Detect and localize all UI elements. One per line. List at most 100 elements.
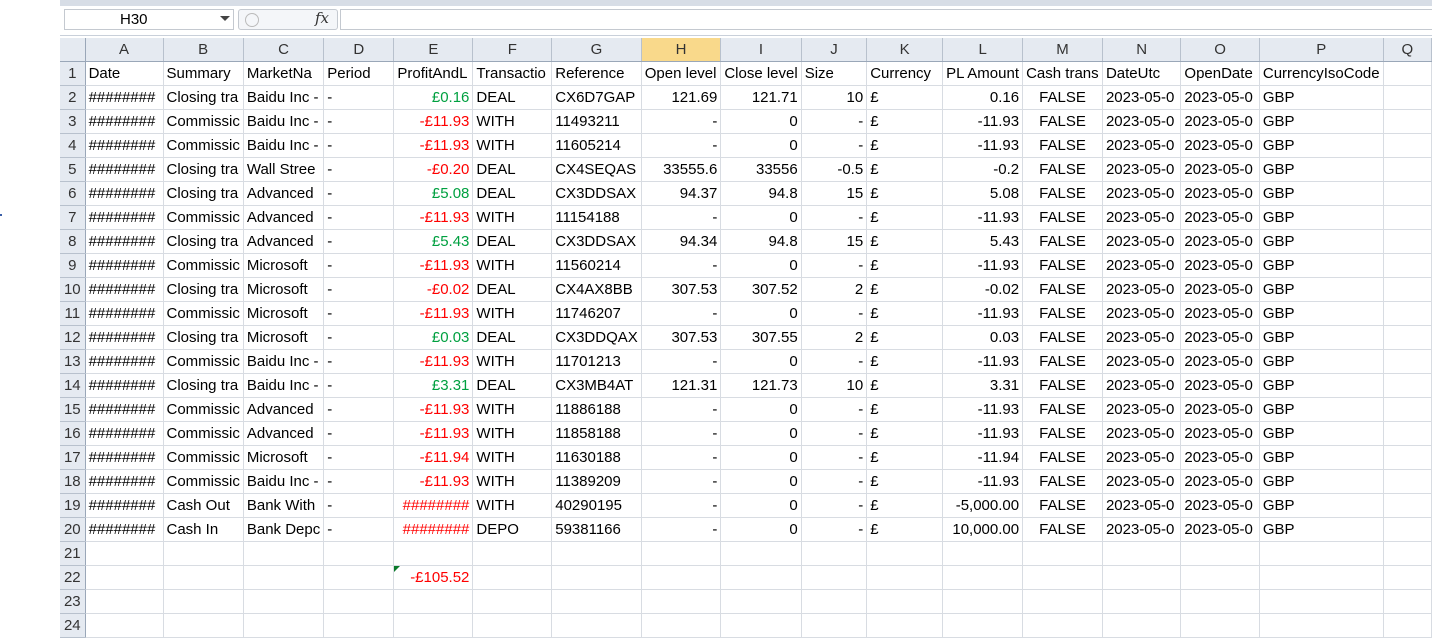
cell-f3[interactable]: WITH (472, 109, 553, 134)
row-header[interactable]: 23 (60, 589, 86, 614)
drag-handle-icon[interactable] (245, 13, 259, 27)
cell-e6[interactable]: £5.08 (393, 181, 474, 206)
cell-j12[interactable]: 2 (801, 325, 868, 350)
cell-q14[interactable] (1383, 373, 1432, 398)
cell-j22[interactable] (801, 565, 868, 590)
cell-n8[interactable]: 2023-05-0 (1102, 229, 1182, 254)
cell-p7[interactable]: GBP (1259, 205, 1384, 230)
cell-j6[interactable]: 15 (801, 181, 868, 206)
row-header[interactable]: 11 (60, 301, 86, 326)
cell-e13[interactable]: -£11.93 (393, 349, 474, 374)
cell-a2[interactable]: ######## (85, 85, 164, 110)
cell-e8[interactable]: £5.43 (393, 229, 474, 254)
cell-f19[interactable]: WITH (472, 493, 553, 518)
cell-j10[interactable]: 2 (801, 277, 868, 302)
cell-a5[interactable]: ######## (85, 157, 164, 182)
cell-a19[interactable]: ######## (85, 493, 164, 518)
cell-c2[interactable]: Baidu Inc - (243, 85, 325, 110)
cell-k16[interactable]: £ (866, 421, 944, 446)
cell-p16[interactable]: GBP (1259, 421, 1384, 446)
cell-d1[interactable]: Period (323, 61, 395, 86)
cell-p2[interactable]: GBP (1259, 85, 1384, 110)
cell-p9[interactable]: GBP (1259, 253, 1384, 278)
cell-e19[interactable]: ######## (393, 493, 474, 518)
cell-g6[interactable]: CX3DDSAX (551, 181, 642, 206)
cell-f6[interactable]: DEAL (472, 181, 553, 206)
cell-k21[interactable] (866, 541, 944, 566)
cell-e12[interactable]: £0.03 (393, 325, 474, 350)
row-header[interactable]: 1 (60, 61, 86, 86)
cell-i17[interactable]: 0 (720, 445, 802, 470)
cell-c23[interactable] (243, 589, 325, 614)
cell-k5[interactable]: £ (866, 157, 944, 182)
cell-d13[interactable]: - (323, 349, 395, 374)
cell-p1[interactable]: CurrencyIsoCode (1259, 61, 1384, 86)
row-header[interactable]: 9 (60, 253, 86, 278)
cell-c6[interactable]: Advanced (243, 181, 325, 206)
cell-k15[interactable]: £ (866, 397, 944, 422)
cell-o19[interactable]: 2023-05-0 (1180, 493, 1260, 518)
cell-c22[interactable] (243, 565, 325, 590)
cell-p3[interactable]: GBP (1259, 109, 1384, 134)
cell-l9[interactable]: -11.93 (942, 253, 1024, 278)
cell-g18[interactable]: 11389209 (551, 469, 642, 494)
cell-q11[interactable] (1383, 301, 1432, 326)
cell-p18[interactable]: GBP (1259, 469, 1384, 494)
cell-a10[interactable]: ######## (85, 277, 164, 302)
cell-b6[interactable]: Closing tra (163, 181, 244, 206)
cell-k12[interactable]: £ (866, 325, 944, 350)
cell-n5[interactable]: 2023-05-0 (1102, 157, 1182, 182)
cell-f1[interactable]: Transactio (472, 61, 553, 86)
cell-g10[interactable]: CX4AX8BB (551, 277, 642, 302)
cell-b9[interactable]: Commissic (163, 253, 244, 278)
cell-p10[interactable]: GBP (1259, 277, 1384, 302)
cell-a9[interactable]: ######## (85, 253, 164, 278)
column-header-o[interactable]: O (1180, 38, 1260, 62)
cell-o15[interactable]: 2023-05-0 (1180, 397, 1260, 422)
cell-p20[interactable]: GBP (1259, 517, 1384, 542)
cell-q6[interactable] (1383, 181, 1432, 206)
cell-h19[interactable]: - (641, 493, 722, 518)
cell-a18[interactable]: ######## (85, 469, 164, 494)
cell-d15[interactable]: - (323, 397, 395, 422)
cell-i18[interactable]: 0 (720, 469, 802, 494)
cell-d2[interactable]: - (323, 85, 395, 110)
cell-c16[interactable]: Advanced (243, 421, 325, 446)
cell-i9[interactable]: 0 (720, 253, 802, 278)
cell-e9[interactable]: -£11.93 (393, 253, 474, 278)
cell-m16[interactable]: FALSE (1022, 421, 1103, 446)
cell-l19[interactable]: -5,000.00 (942, 493, 1024, 518)
cell-e17[interactable]: -£11.94 (393, 445, 474, 470)
cell-m12[interactable]: FALSE (1022, 325, 1103, 350)
cell-c12[interactable]: Microsoft (243, 325, 325, 350)
cell-l17[interactable]: -11.94 (942, 445, 1024, 470)
cell-k18[interactable]: £ (866, 469, 944, 494)
cell-g13[interactable]: 11701213 (551, 349, 642, 374)
cell-h14[interactable]: 121.31 (641, 373, 722, 398)
cell-p22[interactable] (1259, 565, 1384, 590)
column-header-l[interactable]: L (942, 38, 1024, 62)
cell-k3[interactable]: £ (866, 109, 944, 134)
cell-i5[interactable]: 33556 (720, 157, 802, 182)
cell-i16[interactable]: 0 (720, 421, 802, 446)
cell-o17[interactable]: 2023-05-0 (1180, 445, 1260, 470)
cell-n16[interactable]: 2023-05-0 (1102, 421, 1182, 446)
cell-b15[interactable]: Commissic (163, 397, 244, 422)
cell-i7[interactable]: 0 (720, 205, 802, 230)
cell-h7[interactable]: - (641, 205, 722, 230)
cell-o5[interactable]: 2023-05-0 (1180, 157, 1260, 182)
cell-e1[interactable]: ProfitAndL (393, 61, 474, 86)
cell-d14[interactable]: - (323, 373, 395, 398)
cell-a20[interactable]: ######## (85, 517, 164, 542)
cell-q13[interactable] (1383, 349, 1432, 374)
cell-j16[interactable]: - (801, 421, 868, 446)
cell-c17[interactable]: Microsoft (243, 445, 325, 470)
cell-i12[interactable]: 307.55 (720, 325, 802, 350)
cell-i21[interactable] (720, 541, 802, 566)
cell-g11[interactable]: 11746207 (551, 301, 642, 326)
row-header[interactable]: 4 (60, 133, 86, 158)
cell-d8[interactable]: - (323, 229, 395, 254)
cell-g7[interactable]: 11154188 (551, 205, 642, 230)
cell-f20[interactable]: DEPO (472, 517, 553, 542)
cell-l5[interactable]: -0.2 (942, 157, 1024, 182)
